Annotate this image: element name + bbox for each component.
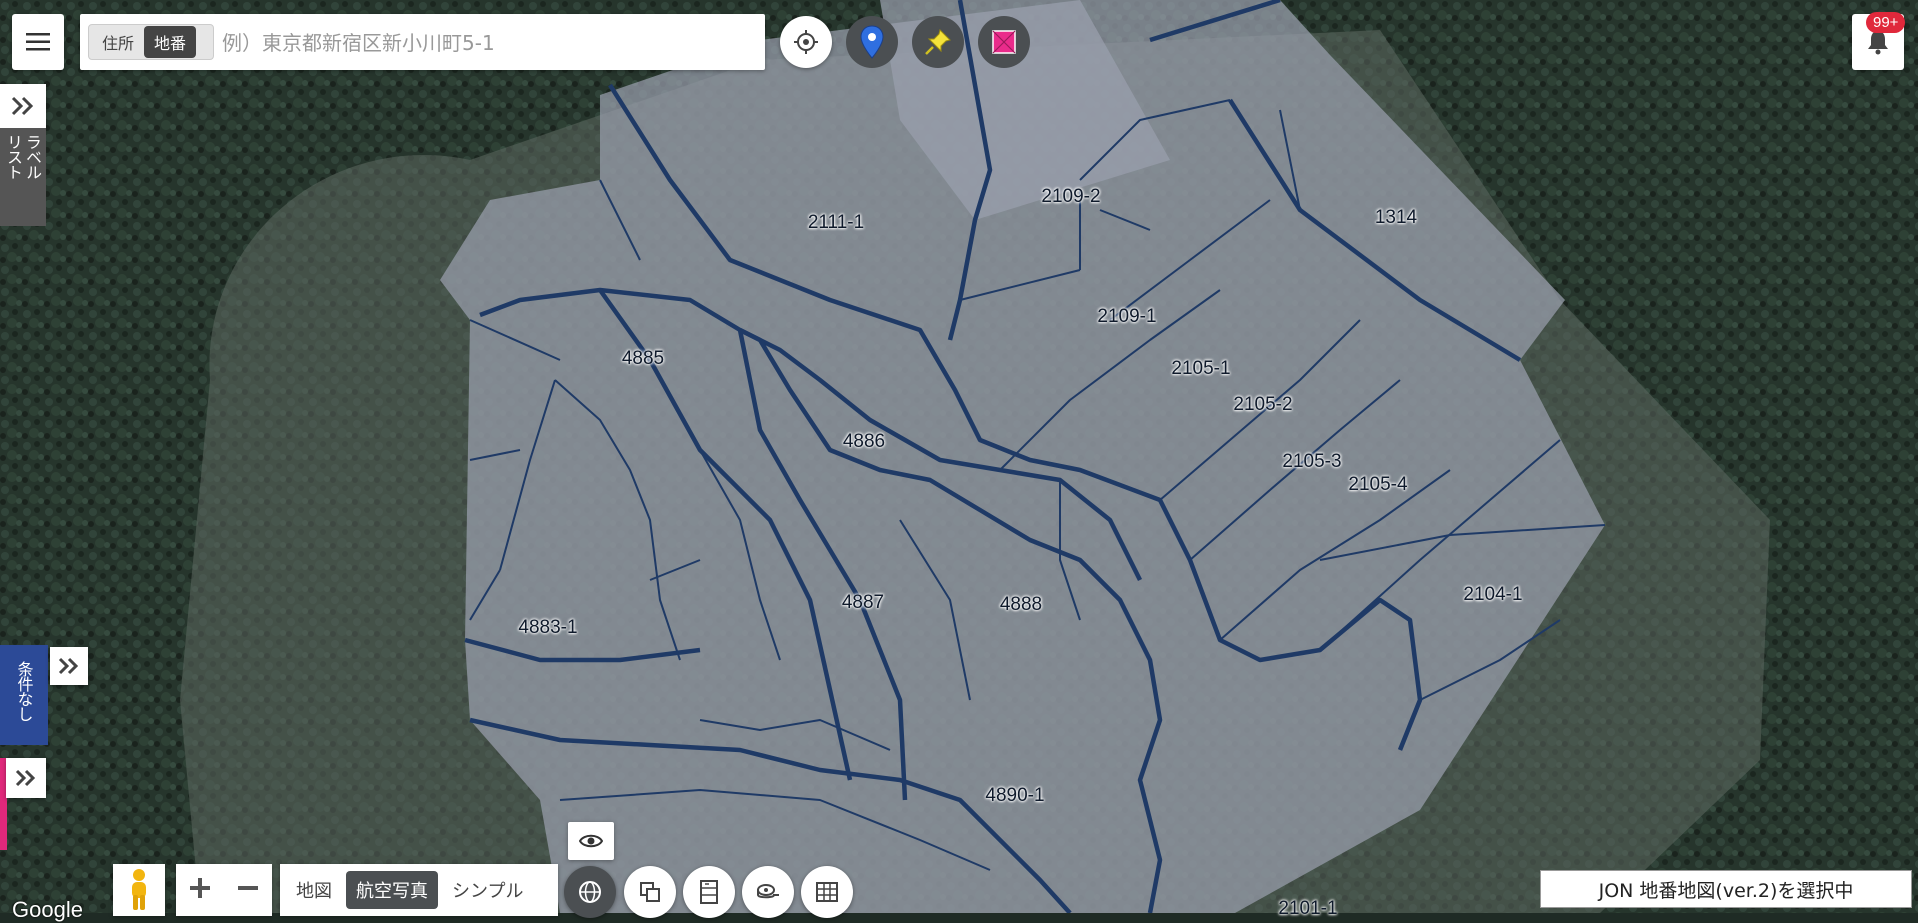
label-list-tab[interactable]: ラベル リスト xyxy=(0,128,46,226)
map-type-simple[interactable]: シンプル xyxy=(442,871,533,909)
visibility-button[interactable] xyxy=(568,822,614,860)
google-logo: Google xyxy=(12,897,83,922)
condition-tab[interactable]: 条件なし xyxy=(0,645,48,745)
current-location-button[interactable] xyxy=(780,16,832,68)
mode-lot-number[interactable]: 地番 xyxy=(144,26,197,58)
double-chevron-right-icon xyxy=(11,96,34,116)
map-type-selector: 地図 航空写真 シンプル xyxy=(280,864,558,916)
label-list-tab-text: ラベル xyxy=(23,134,42,179)
layers-button[interactable] xyxy=(624,866,676,918)
grid-button[interactable] xyxy=(801,866,853,918)
globe-button[interactable] xyxy=(564,866,616,918)
street-view-pegman[interactable] xyxy=(113,864,165,916)
notification-badge: 99+ xyxy=(1866,12,1906,33)
marker-button[interactable] xyxy=(846,16,898,68)
map-source-selector[interactable]: JON 地番地図(ver.2)を選択中 xyxy=(1540,870,1912,908)
zoom-controls xyxy=(176,864,272,916)
measure-icon xyxy=(757,884,779,899)
label-list-tab-text: リスト xyxy=(4,134,23,179)
grid-icon xyxy=(816,882,838,902)
layers-icon xyxy=(640,882,660,902)
search-mode-toggle: 住所 地番 xyxy=(88,24,214,60)
globe-icon xyxy=(579,881,601,903)
double-chevron-right-icon xyxy=(15,769,36,787)
map-marker-icon xyxy=(860,25,884,59)
menu-icon xyxy=(26,33,50,51)
menu-button[interactable] xyxy=(12,14,64,70)
pushpin-icon xyxy=(925,29,951,55)
measure-button[interactable] xyxy=(742,866,794,918)
condition-toggle-button[interactable] xyxy=(50,647,88,685)
map-type-aerial[interactable]: 航空写真 xyxy=(346,871,438,909)
double-chevron-right-icon xyxy=(58,657,79,675)
map-type-map[interactable]: 地図 xyxy=(286,871,342,909)
condition-tab-text: 条件なし xyxy=(14,661,34,721)
crosshair-icon xyxy=(794,30,818,54)
eye-icon xyxy=(579,834,603,848)
list-icon xyxy=(700,880,718,904)
list-button[interactable] xyxy=(683,866,735,918)
polygon-button[interactable] xyxy=(978,16,1030,68)
minus-icon xyxy=(238,886,258,890)
plus-icon xyxy=(190,878,210,898)
zoom-in-button[interactable] xyxy=(188,876,212,904)
pushpin-button[interactable] xyxy=(912,16,964,68)
map-canvas[interactable] xyxy=(0,0,1918,913)
zoom-out-button[interactable] xyxy=(236,876,260,904)
polygon-icon xyxy=(992,30,1016,54)
mode-address[interactable]: 住所 xyxy=(92,26,144,58)
label-list-toggle-button[interactable] xyxy=(0,84,46,128)
search-bar: 住所 地番 xyxy=(80,14,765,70)
pegman-icon xyxy=(132,869,146,910)
panel-toggle-button[interactable] xyxy=(6,758,46,798)
search-input[interactable] xyxy=(220,22,754,64)
